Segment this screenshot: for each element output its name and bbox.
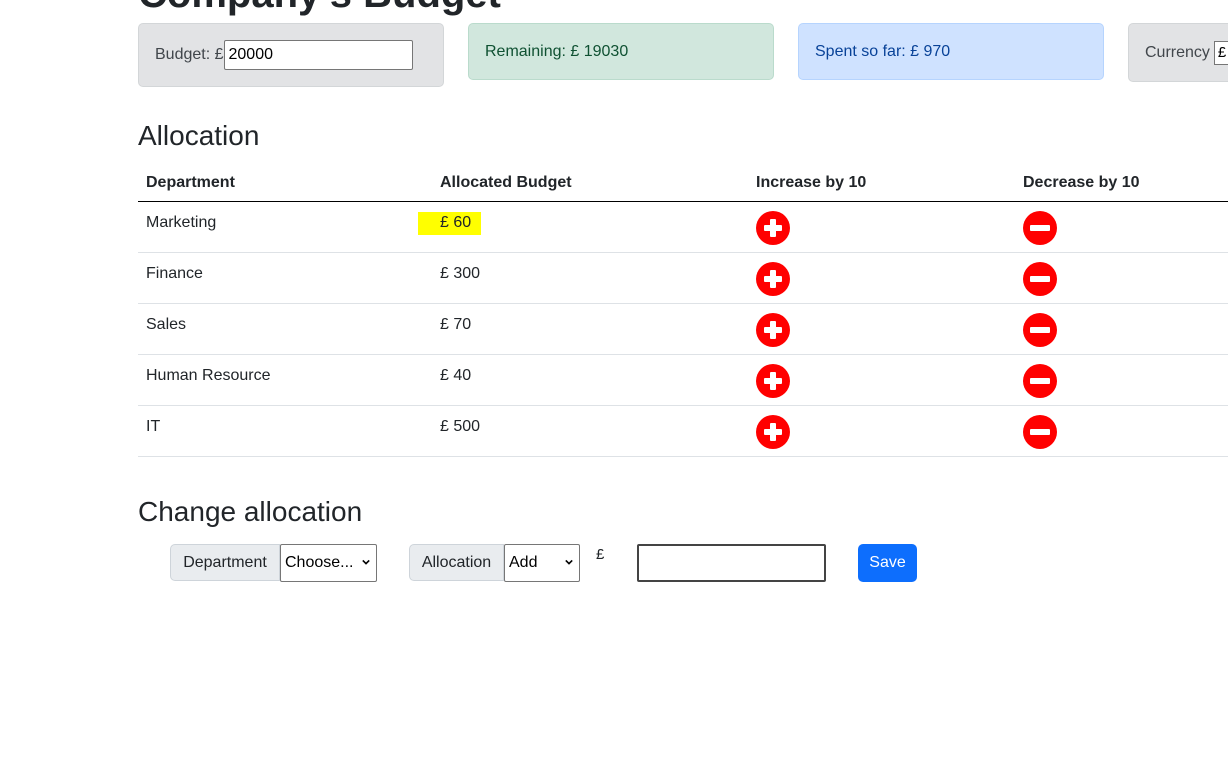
department-name: Marketing: [146, 214, 217, 231]
decrease-cell: [1015, 252, 1228, 304]
department-select[interactable]: Choose...: [280, 544, 377, 582]
department-label: Department: [170, 544, 280, 581]
remaining-card: Remaining: £ 19030: [468, 23, 774, 80]
budget-value: £ 300: [440, 265, 481, 282]
minus-circle-icon[interactable]: [1023, 211, 1057, 245]
increase-cell: [748, 405, 1015, 457]
currency-label: Currency: [1145, 43, 1210, 61]
department-select-value: Choose...: [285, 554, 354, 571]
column-header-increase: Increase by 10: [748, 164, 1015, 202]
budget-input[interactable]: [223, 40, 413, 70]
spent-text: Spent so far: £ 970: [815, 42, 951, 60]
decrease-cell: [1015, 303, 1228, 355]
minus-circle-icon[interactable]: [1023, 415, 1057, 449]
budget-cell: £ 40: [432, 354, 748, 406]
remaining-text: Remaining: £ 19030: [485, 42, 629, 60]
currency-select[interactable]: £: [1213, 40, 1228, 65]
amount-input[interactable]: [637, 544, 826, 582]
highlight-mark: £ 60: [418, 212, 482, 235]
minus-circle-icon[interactable]: [1023, 262, 1057, 296]
budget-cell: £ 70: [432, 303, 748, 355]
currency-card: Currency £: [1128, 23, 1228, 82]
increase-cell: [748, 252, 1015, 304]
budget-cell: £ 500: [432, 405, 748, 457]
increase-cell: [748, 354, 1015, 406]
budget-cell: £ 300: [432, 252, 748, 304]
department-name: Sales: [146, 316, 187, 333]
budget-label: Budget: £: [155, 46, 224, 63]
change-allocation-heading: Change allocation: [138, 496, 363, 527]
department-cell: Finance: [138, 252, 432, 304]
column-header-allocated-budget: Allocated Budget: [432, 164, 748, 202]
chevron-down-icon: [362, 559, 370, 565]
table-row: Sales £ 70: [138, 303, 1228, 355]
budget-cell: £ 60: [418, 201, 748, 253]
department-name: Finance: [146, 265, 203, 282]
department-cell: IT: [138, 405, 432, 457]
department-name: IT: [146, 418, 161, 435]
budget-card: Budget: £: [138, 23, 444, 87]
table-row: Marketing £ 60: [138, 201, 1228, 253]
plus-circle-icon[interactable]: [756, 211, 790, 245]
table-row: IT £ 500: [138, 405, 1228, 457]
column-header-decrease: Decrease by 10: [1015, 164, 1228, 202]
chevron-down-icon: [565, 559, 573, 565]
save-button[interactable]: Save: [858, 544, 917, 582]
decrease-cell: [1015, 405, 1228, 457]
allocation-select[interactable]: Add: [504, 544, 580, 582]
budget-value: £ 500: [440, 418, 481, 435]
minus-circle-icon[interactable]: [1023, 364, 1057, 398]
table-row: Human Resource £ 40: [138, 354, 1228, 406]
plus-circle-icon[interactable]: [756, 262, 790, 296]
department-name: Human Resource: [146, 367, 271, 384]
plus-circle-icon[interactable]: [756, 313, 790, 347]
budget-value: £ 70: [440, 316, 472, 333]
minus-circle-icon[interactable]: [1023, 313, 1057, 347]
table-header-row: Department Allocated Budget Increase by …: [138, 164, 1228, 202]
increase-cell: [748, 201, 1015, 253]
table-row: Finance £ 300: [138, 252, 1228, 304]
increase-cell: [748, 303, 1015, 355]
plus-circle-icon[interactable]: [756, 415, 790, 449]
page-title: Company's Budget: [138, 0, 501, 17]
department-cell: Sales: [138, 303, 432, 355]
plus-circle-icon[interactable]: [756, 364, 790, 398]
decrease-cell: [1015, 201, 1228, 253]
budget-value: £ 40: [440, 367, 472, 384]
currency-symbol: £: [596, 546, 605, 563]
decrease-cell: [1015, 354, 1228, 406]
allocation-label: Allocation: [409, 544, 504, 581]
allocation-select-value: Add: [509, 554, 538, 571]
allocation-table: Department Allocated Budget Increase by …: [138, 164, 1228, 457]
spent-card: Spent so far: £ 970: [798, 23, 1104, 80]
department-cell: Human Resource: [138, 354, 432, 406]
department-cell: Marketing: [138, 201, 432, 253]
allocation-heading: Allocation: [138, 120, 260, 151]
column-header-department: Department: [138, 164, 432, 202]
